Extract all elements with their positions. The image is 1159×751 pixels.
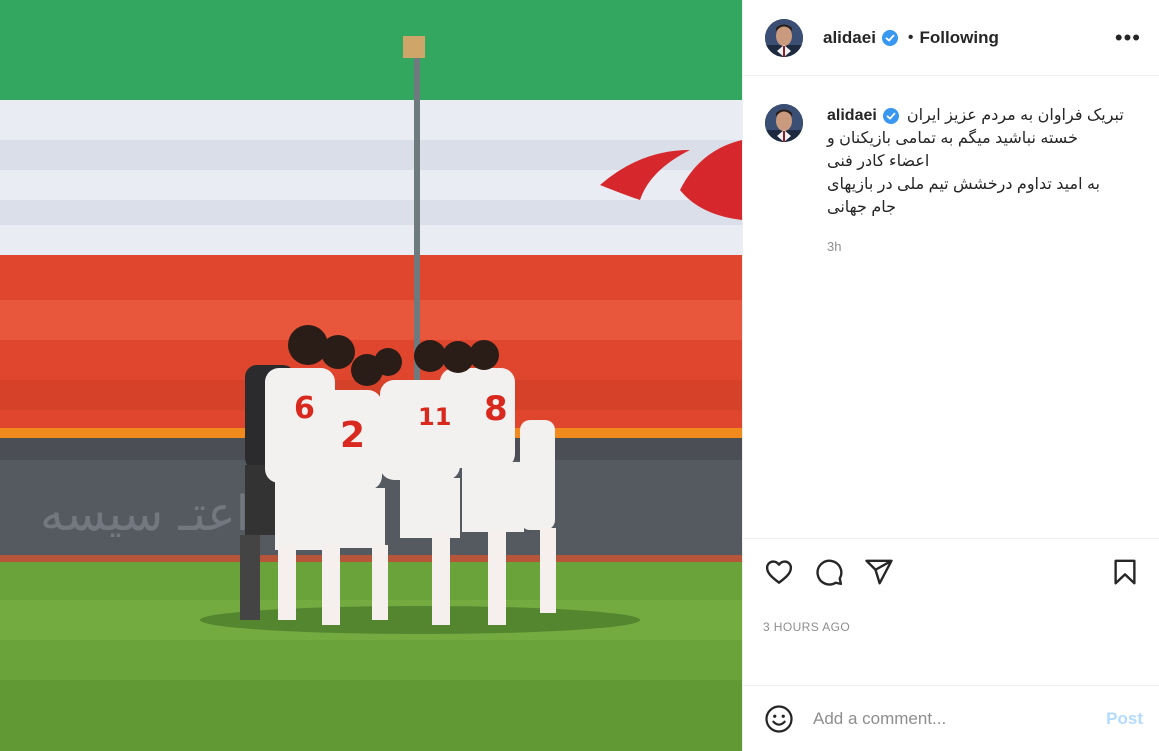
- verified-badge-icon: [881, 29, 898, 46]
- like-button[interactable]: [763, 556, 795, 588]
- caption-username[interactable]: alidaei: [827, 104, 877, 127]
- caption-line: خسته نباشید میگم به تمامی بازیکنان و: [827, 130, 1078, 147]
- caption-first-line: alidaei تبریک فراوان به مردم عزیز ایران: [827, 104, 1137, 127]
- post-date[interactable]: 3 HOURS AGO: [763, 620, 850, 634]
- share-button[interactable]: [863, 556, 895, 588]
- verified-badge-icon: [882, 107, 899, 124]
- jersey-number-2: 2: [340, 415, 365, 456]
- comment-button[interactable]: [813, 556, 845, 588]
- avatar[interactable]: [765, 18, 803, 57]
- avatar-image: [765, 104, 803, 142]
- comment-form: Post: [743, 685, 1159, 751]
- comment-icon: [816, 559, 843, 586]
- caption-avatar[interactable]: [765, 104, 803, 142]
- more-options-icon[interactable]: •••: [1115, 26, 1141, 49]
- separator-dot: •: [907, 28, 914, 46]
- caption-line: به امید تداوم درخشش تیم ملی در بازیهای: [827, 176, 1100, 193]
- caption-timestamp[interactable]: 3h: [827, 239, 1137, 254]
- post-photo[interactable]: اعتـ سیسه 6 2 11 8: [0, 0, 742, 751]
- post-header: alidaei • Following •••: [743, 0, 1159, 76]
- action-bar: [743, 538, 1159, 604]
- post-date-row: 3 HOURS AGO: [743, 604, 1159, 676]
- save-button[interactable]: [1109, 556, 1141, 588]
- smiley-icon: [765, 704, 793, 733]
- heart-icon: [765, 559, 793, 584]
- bookmark-icon: [1114, 559, 1136, 584]
- team-huddle-image: اعتـ سیسه 6 2 11 8: [0, 0, 742, 751]
- comment-input[interactable]: [813, 708, 1107, 729]
- caption-line: اعضاء کادر فنی: [827, 153, 930, 170]
- avatar-image: [765, 18, 803, 57]
- paper-plane-icon: [865, 559, 893, 584]
- emoji-button[interactable]: [763, 703, 795, 735]
- caption-body: alidaei تبریک فراوان به مردم عزیز ایران …: [827, 104, 1137, 254]
- jersey-number-8: 8: [484, 389, 508, 429]
- post-username[interactable]: alidaei: [823, 28, 876, 48]
- post-sidebar: alidaei • Following ••• alidaei تبریک فر…: [742, 0, 1159, 751]
- caption: alidaei تبریک فراوان به مردم عزیز ایران …: [765, 104, 1141, 254]
- caption-line: جام جهانی: [827, 199, 897, 216]
- jersey-number-6: 6: [294, 391, 315, 426]
- comments-section: alidaei تبریک فراوان به مردم عزیز ایران …: [743, 76, 1159, 538]
- post-comment-button[interactable]: Post: [1106, 709, 1143, 729]
- following-button[interactable]: Following: [920, 28, 999, 48]
- caption-line: تبریک فراوان به مردم عزیز ایران: [906, 107, 1124, 124]
- caption-text: alidaei تبریک فراوان به مردم عزیز ایران …: [827, 104, 1137, 219]
- svg-text:اعتـ سیسه: اعتـ سیسه: [40, 486, 249, 542]
- jersey-number-11: 11: [418, 403, 451, 431]
